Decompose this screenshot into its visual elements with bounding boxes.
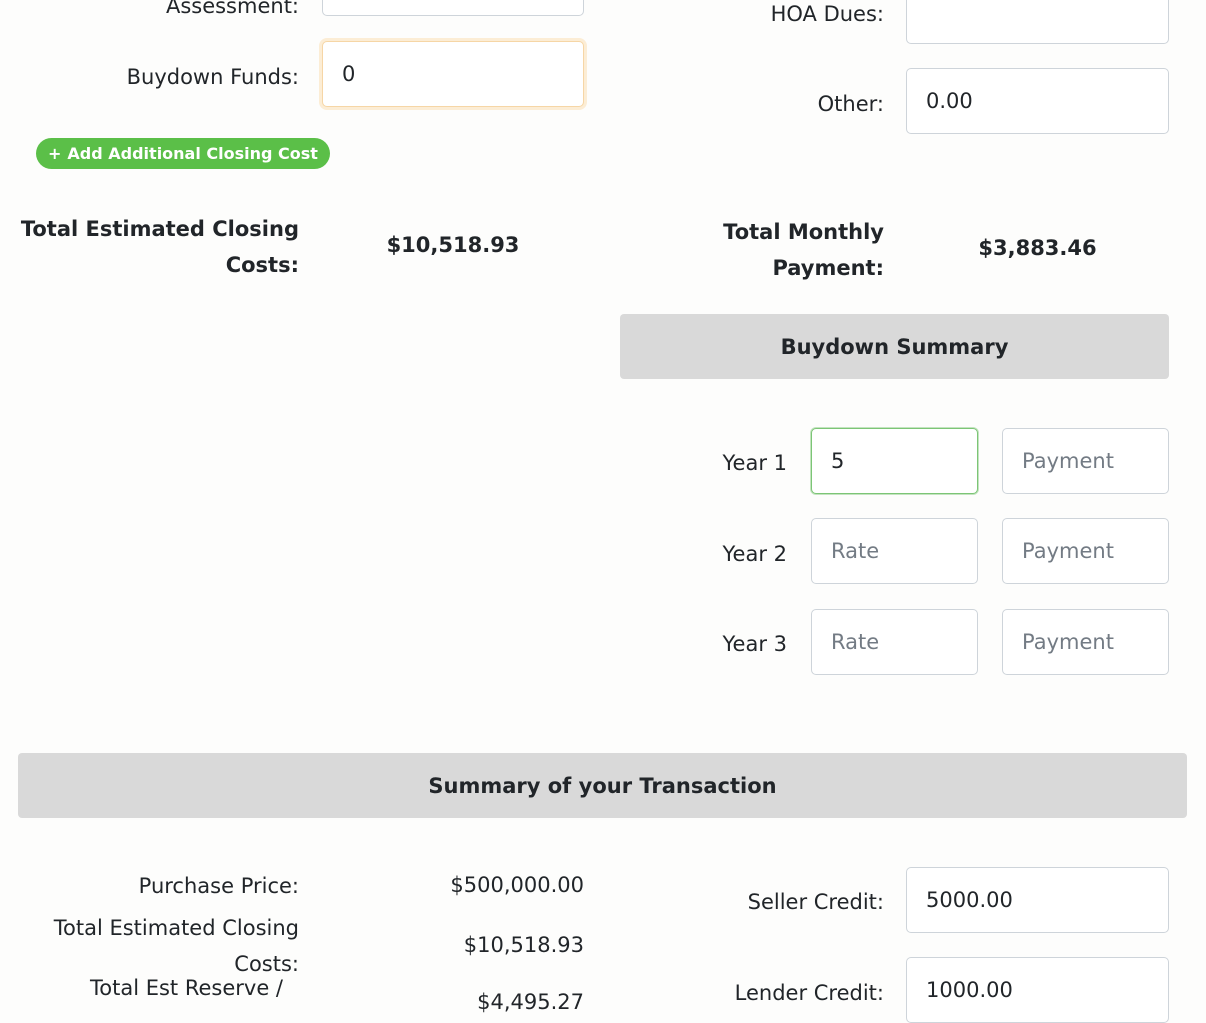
buydown-funds-input[interactable] bbox=[322, 41, 584, 107]
summary-closing-costs-value: $10,518.93 bbox=[463, 933, 584, 957]
other-label: Other: bbox=[817, 92, 884, 116]
assessment-input[interactable] bbox=[322, 0, 584, 16]
lender-credit-input[interactable] bbox=[906, 957, 1169, 1023]
buydown-year-1-rate-input[interactable] bbox=[811, 428, 978, 494]
total-monthly-payment-value: $3,883.46 bbox=[978, 236, 1097, 260]
buydown-year-2-payment-input[interactable] bbox=[1002, 518, 1169, 584]
hoa-dues-label: HOA Dues: bbox=[770, 2, 884, 26]
add-closing-cost-label: Add Additional Closing Cost bbox=[67, 144, 318, 163]
purchase-price-label: Purchase Price: bbox=[138, 874, 299, 898]
seller-credit-label: Seller Credit: bbox=[747, 890, 884, 914]
assessment-label: Assessment: bbox=[165, 0, 299, 18]
buydown-year-1-label: Year 1 bbox=[722, 451, 788, 475]
buydown-year-2-label: Year 2 bbox=[722, 542, 788, 566]
buydown-year-3-payment-input[interactable] bbox=[1002, 609, 1169, 675]
transaction-summary-header: Summary of your Transaction bbox=[18, 753, 1187, 818]
total-closing-costs-label: Total Estimated Closing Costs: bbox=[20, 217, 299, 277]
plus-icon: + bbox=[48, 144, 62, 163]
reserve-label: Total Est Reserve / bbox=[90, 976, 283, 1000]
other-input[interactable] bbox=[906, 68, 1169, 134]
lender-credit-label: Lender Credit: bbox=[734, 981, 884, 1005]
hoa-dues-input[interactable] bbox=[906, 0, 1169, 44]
buydown-summary-header: Buydown Summary bbox=[620, 314, 1169, 379]
total-closing-costs-value: $10,518.93 bbox=[386, 233, 520, 257]
buydown-year-2-rate-input[interactable] bbox=[811, 518, 978, 584]
add-closing-cost-button[interactable]: + Add Additional Closing Cost bbox=[36, 138, 330, 169]
total-monthly-payment-label: Total Monthly Payment: bbox=[723, 220, 884, 280]
buydown-year-3-rate-input[interactable] bbox=[811, 609, 978, 675]
purchase-price-value: $500,000.00 bbox=[450, 873, 584, 897]
buydown-year-1-payment-input[interactable] bbox=[1002, 428, 1169, 494]
buydown-funds-label: Buydown Funds: bbox=[126, 65, 299, 89]
buydown-year-3-label: Year 3 bbox=[722, 632, 788, 656]
reserve-value: $4,495.27 bbox=[477, 990, 584, 1014]
seller-credit-input[interactable] bbox=[906, 867, 1169, 933]
